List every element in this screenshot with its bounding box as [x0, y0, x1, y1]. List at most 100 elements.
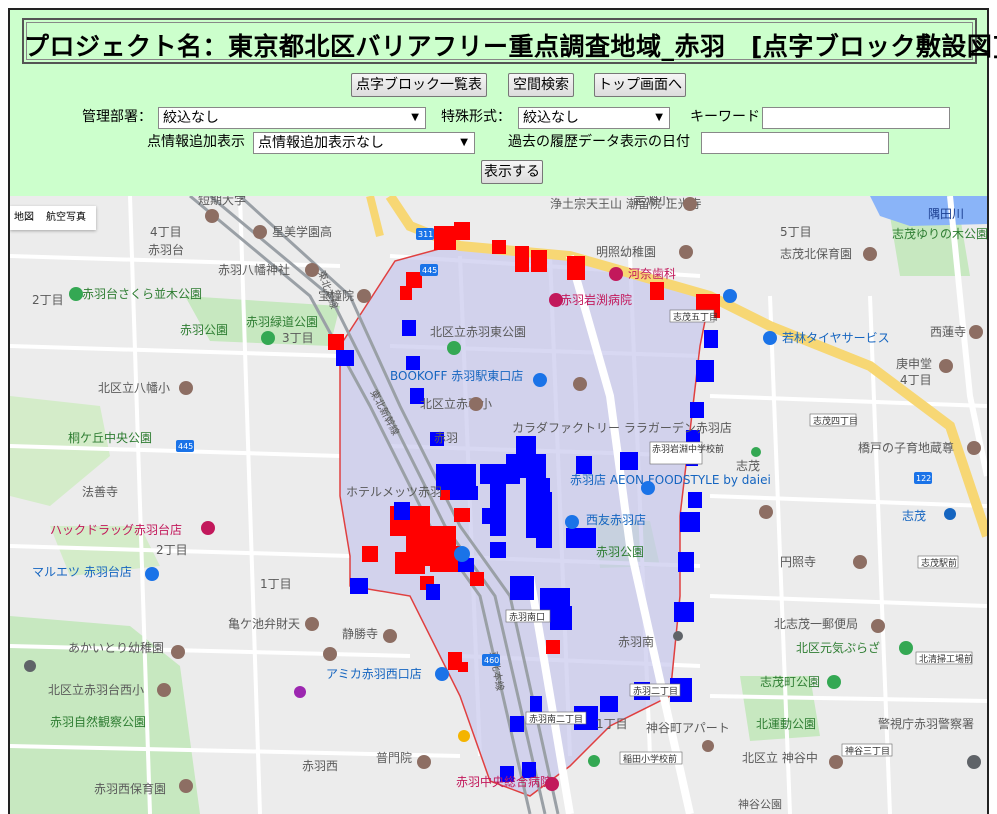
dept-select-value: 絞込なし [163, 110, 219, 126]
title-box: プロジェクト名：東京都北区バリアフリー重点調査地域_赤羽 [点字ブロック敷設図] [22, 18, 997, 64]
dropdown-arrow-icon: ▼ [411, 112, 419, 123]
bus-stop-label: 志茂五丁目 [673, 311, 718, 323]
map-label: 赤羽公園 [596, 545, 644, 559]
bus-stop-label: 赤羽岩淵中学校前 [652, 443, 724, 455]
school-icon [863, 247, 877, 261]
type-label: 特殊形式： [441, 109, 511, 125]
shopping-icon [145, 567, 159, 581]
school-icon [179, 381, 193, 395]
temple-icon [939, 359, 953, 373]
dept-select[interactable]: 絞込なし ▼ [158, 107, 426, 129]
map-label: 警視庁赤羽警察署 [878, 716, 974, 731]
shopping-icon [435, 667, 449, 681]
map-label: 赤羽岩渕病院 [560, 292, 632, 307]
school-icon [253, 225, 267, 239]
bus-stop-label: 赤羽二丁目 [633, 686, 678, 697]
map-label: 桐ケ丘中央公園 [68, 430, 152, 445]
shopping-icon [641, 481, 655, 495]
map-type-map-button[interactable]: 地図 [14, 206, 34, 230]
convenience-store-icon [588, 755, 600, 767]
map-label: 志茂 [902, 509, 926, 523]
shopping-icon [565, 515, 579, 529]
svg-text:445: 445 [422, 266, 437, 275]
map-view[interactable]: 短期大学 星美学園高 赤羽八幡神社 赤羽台 4丁目 2丁目 赤羽台さくら並木公園… [10, 196, 987, 814]
map-label: 志茂町公園 [760, 675, 820, 689]
bus-stop-label: 稲田小学校前 [623, 753, 677, 765]
map-label: 赤羽店 AEON FOODSTYLE by daiei [570, 473, 771, 487]
school-icon [179, 779, 193, 793]
school-icon [157, 683, 171, 697]
history-date-input[interactable] [701, 132, 889, 154]
map-label: 4丁目 [150, 225, 182, 239]
map-label: 橋戸の子育地蔵尊 [858, 440, 954, 455]
map-label: 赤羽中央総合病院 [456, 774, 552, 789]
type-select[interactable]: 絞込なし ▼ [518, 107, 670, 129]
map-label: 北区立赤羽台西小 [48, 682, 144, 697]
map-label: 志茂ゆりの木公園 [892, 227, 987, 241]
svg-text:460: 460 [484, 656, 499, 665]
map-label: 赤羽台さくら並木公園 [82, 286, 202, 301]
block-list-button[interactable]: 点字ブロック一覧表 [351, 73, 487, 97]
map-type-control: 地図 航空写真 [10, 206, 96, 230]
park-icon [69, 287, 83, 301]
medical-icon [201, 521, 215, 535]
keyword-input[interactable] [762, 107, 950, 129]
parking-icon [323, 647, 337, 661]
map-label: 神谷町アパート [646, 721, 730, 735]
parking-icon [759, 505, 773, 519]
park-icon [899, 641, 913, 655]
map-label: 赤羽八幡神社 [218, 262, 290, 277]
map-label: 志茂 [736, 459, 760, 473]
map-label: 法善寺 [82, 484, 118, 499]
temple-icon [357, 289, 371, 303]
map-label: 赤羽西保育園 [94, 781, 166, 796]
map-label: 5丁目 [780, 225, 812, 239]
parking-icon [723, 289, 737, 303]
school-icon [205, 209, 219, 223]
map-label: 西友赤羽店 [586, 513, 646, 527]
map-label: 普門院 [376, 751, 412, 765]
point-info-label: 点情報追加表示 [147, 134, 245, 150]
map-label: 1丁目 [596, 717, 628, 731]
map-label: 赤羽 [434, 431, 458, 445]
school-icon [829, 755, 843, 769]
church-icon [673, 631, 683, 641]
top-page-button[interactable]: トップ画面へ [594, 73, 686, 97]
bus-stop-label: 北清掃工場前 [919, 653, 973, 665]
point-info-select[interactable]: 点情報追加表示なし ▼ [253, 132, 475, 154]
spatial-search-button[interactable]: 空間検索 [508, 73, 574, 97]
point-info-select-value: 点情報追加表示なし [258, 135, 384, 151]
medical-icon [609, 267, 623, 281]
temple-icon [417, 755, 431, 769]
map-label: 赤羽西 [302, 759, 338, 773]
map-label: 2丁目 [32, 293, 64, 307]
type-select-value: 絞込なし [523, 110, 579, 126]
map-label: ホテルメッツ赤羽 [346, 485, 442, 499]
map-label: 神谷公園 [738, 797, 782, 811]
medical-icon [545, 777, 559, 791]
history-date-label: 過去の履歴データ表示の日付 [508, 134, 690, 150]
book-icon [24, 660, 36, 672]
map-label: 庚申堂 [896, 356, 932, 371]
school-icon [171, 645, 185, 659]
train-station-icon [454, 546, 470, 562]
show-button[interactable]: 表示する [481, 160, 543, 184]
medical-icon [549, 293, 563, 307]
dropdown-arrow-icon: ▼ [655, 112, 663, 123]
map-label: 北運動公園 [756, 717, 816, 731]
map-label: ハックドラッグ赤羽台店 [50, 522, 182, 537]
police-icon [967, 755, 981, 769]
map-label: 赤羽公園 [180, 323, 228, 337]
map-label: 志茂北保育園 [780, 246, 852, 261]
park-icon [827, 675, 841, 689]
map-canvas[interactable]: 短期大学 星美学園高 赤羽八幡神社 赤羽台 4丁目 2丁目 赤羽台さくら並木公園… [10, 196, 987, 814]
map-label: 赤羽台 [148, 242, 184, 257]
map-label: 浄土宗天王山 潮留院 正光寺 [550, 196, 702, 211]
map-label: 静勝寺 [342, 626, 378, 641]
dropdown-arrow-icon: ▼ [460, 137, 468, 148]
park-icon [261, 331, 275, 345]
bus-stop-label: 志茂駅前 [921, 557, 957, 569]
park-icon [751, 447, 761, 457]
map-type-aerial-button[interactable]: 航空写真 [46, 206, 86, 230]
map-label: 亀ケ池弁財天 [228, 616, 300, 631]
